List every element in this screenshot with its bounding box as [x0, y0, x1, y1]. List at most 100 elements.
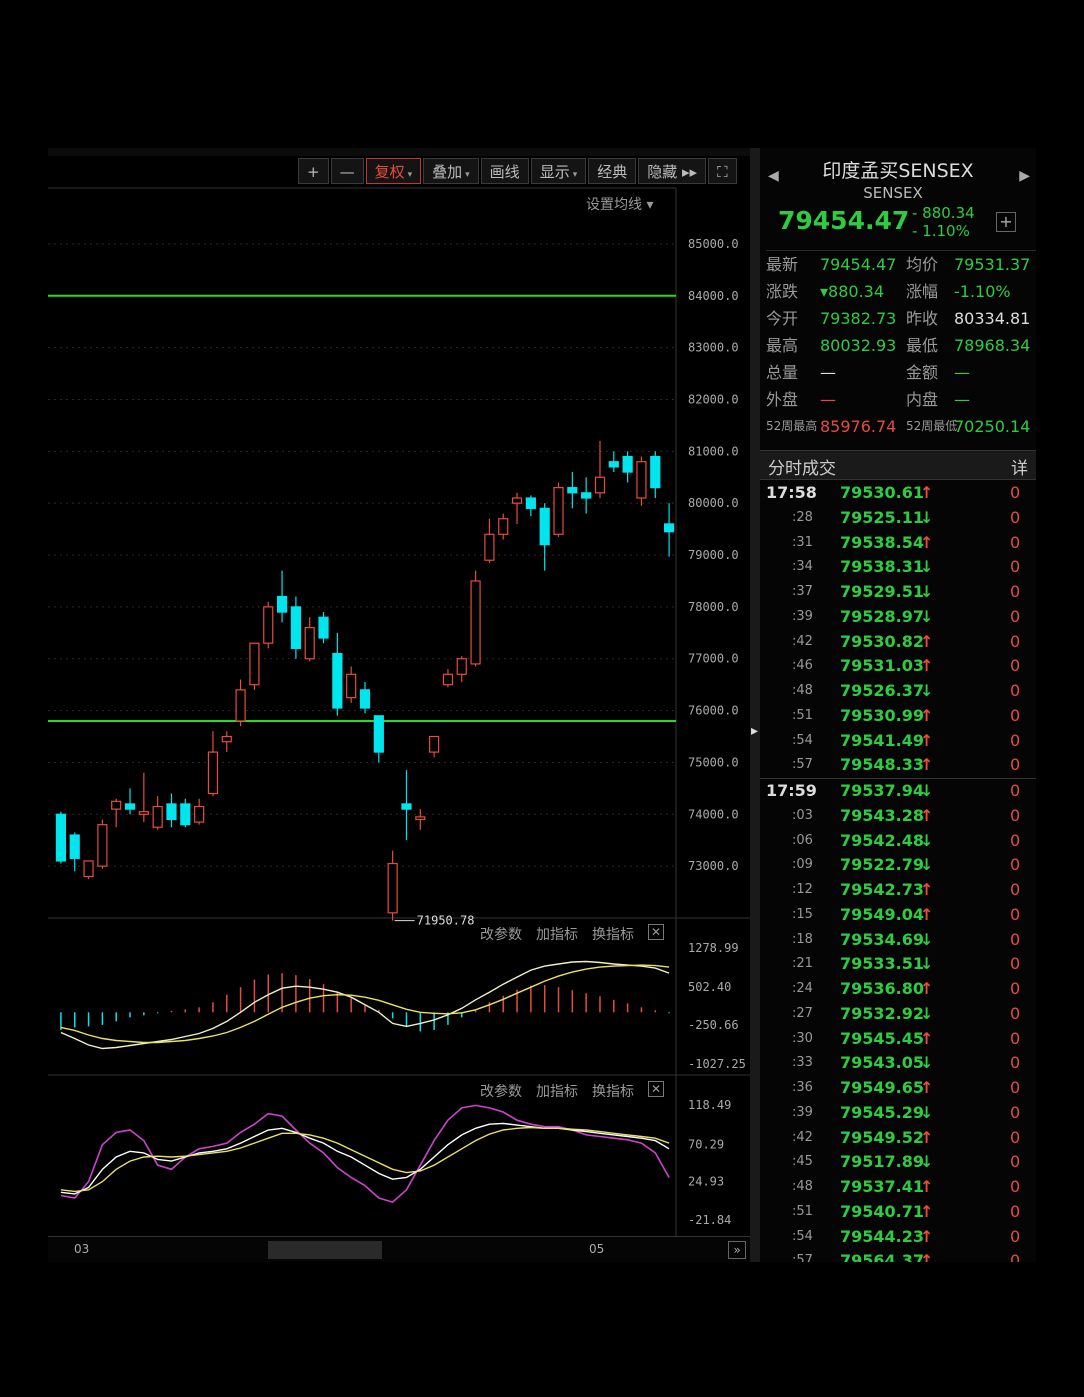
x-tick-label: 05 [589, 1242, 605, 1256]
toolbar-button[interactable]: 复权 ▾ [365, 158, 422, 184]
arrow-up-icon: ↑ [920, 631, 934, 651]
trade-price: 79542.48 [840, 830, 925, 850]
trade-price: 79530.99 [840, 705, 925, 725]
trade-price: 79545.45 [840, 1028, 925, 1048]
stat-value: 79531.37 [954, 255, 1031, 274]
scroll-right-button[interactable]: » [728, 1241, 746, 1259]
kdj-toolbar: 改参数 加指标 换指标 ✕ [480, 1081, 664, 1101]
toolbar-button[interactable]: 画线 [480, 158, 529, 184]
arrow-up-icon: ↑ [920, 532, 934, 552]
trade-price: 79530.61 [840, 483, 925, 502]
quote-panel: ◀ ▶ 印度孟买SENSEX SENSEX 79454.47 - 880.34 … [760, 148, 1036, 1262]
trade-time: :46 [792, 658, 813, 674]
trade-price: 79532.92 [840, 1003, 925, 1023]
trade-time: :51 [792, 707, 813, 723]
y-tick-label: 77000.0 [688, 652, 739, 666]
trade-time: :48 [792, 683, 813, 698]
trade-volume: 0 [1010, 1078, 1021, 1097]
stat-label: 最新 [766, 255, 799, 274]
trade-volume: 0 [1010, 1201, 1021, 1221]
stat-label: 最低 [906, 336, 939, 355]
time-sales-list[interactable]: 17:58 79530.61 ↑ 0:28 79525.11 ↓ 0:31 79538.54 ↑… [760, 481, 1036, 1262]
candle-body [622, 455, 633, 473]
arrow-down-icon: ↓ [920, 929, 934, 949]
stat-value: 80032.93 [820, 336, 897, 355]
stat-label: 外盘 [766, 390, 799, 409]
trade-row: :18 79534.69 ↓ 0 [760, 928, 1036, 953]
detail-button[interactable]: 详 [1011, 454, 1028, 479]
stat-value: 85976.74 [820, 417, 897, 436]
trade-row: :39 79545.29 ↓ 0 [760, 1101, 1036, 1126]
arrow-up-icon: ↑ [920, 1177, 934, 1196]
close-icon[interactable]: ✕ [648, 1081, 664, 1097]
toolbar-button[interactable]: 经典 [588, 158, 637, 184]
toolbar-button[interactable]: ⛶ [708, 158, 737, 184]
arrow-down-icon: ↓ [920, 507, 934, 527]
stock-chart-window: 85000.0 84000.0 83000.0 82000.0 81000.0 80000… [48, 148, 1036, 1262]
toolbar-button[interactable]: 叠加 ▾ [423, 158, 479, 184]
toolbar-button[interactable]: 显示 ▾ [530, 158, 587, 184]
arrow-up-icon: ↑ [920, 1201, 934, 1221]
stat-row: 今开 79382.73 昨收 80334.81 [766, 305, 1036, 332]
arrow-up-icon: ↑ [920, 805, 934, 825]
toolbar-button[interactable]: + [298, 158, 329, 184]
trade-volume: 0 [1010, 929, 1021, 949]
switch-indicator-button[interactable]: 换指标 [592, 1081, 634, 1101]
candle-body [373, 715, 384, 753]
toolbar-button[interactable]: 隐藏 ▸▸ [638, 158, 707, 184]
candle-body [663, 523, 675, 533]
panel-divider[interactable]: ▸ [750, 148, 760, 1262]
edit-params-button[interactable]: 改参数 [480, 1081, 522, 1101]
y-tick-label: 76000.0 [688, 704, 739, 718]
y-tick-label: 74000.0 [688, 807, 739, 821]
trade-row: :06 79542.48 ↓ 0 [760, 829, 1036, 854]
trade-time: :45 [792, 1154, 813, 1170]
arrow-down-icon: ↓ [920, 1152, 934, 1172]
trade-row: :33 79543.05 ↓ 0 [760, 1051, 1036, 1076]
candle-body [290, 606, 301, 649]
trade-volume: 0 [1010, 954, 1021, 974]
stat-label: 最高 [766, 336, 799, 355]
candle-body [650, 455, 661, 489]
collapse-arrow-icon[interactable]: ▸ [751, 723, 758, 739]
trade-price: 79538.31 [840, 557, 925, 577]
add-watchlist-button[interactable]: + [996, 212, 1016, 232]
add-indicator-button[interactable]: 加指标 [536, 924, 578, 944]
candle-body [138, 811, 149, 815]
dropdown-arrow-icon: ▾ [572, 170, 578, 180]
last-price: 79454.47 [778, 206, 910, 235]
arrow-up-icon: ↑ [920, 730, 934, 750]
y-tick-label: -21.84 [688, 1213, 731, 1227]
candle-body [553, 487, 564, 535]
stat-value: — [954, 363, 970, 382]
stat-value: — [954, 390, 970, 409]
arrow-down-icon: ↓ [920, 954, 934, 974]
stat-label: 52周最低 [906, 419, 958, 433]
toolbar-button[interactable]: — [330, 158, 364, 184]
trade-row: 17:58 79530.61 ↑ 0 [760, 481, 1036, 506]
switch-indicator-button[interactable]: 换指标 [592, 924, 634, 944]
candle-body [235, 689, 246, 722]
add-indicator-button[interactable]: 加指标 [536, 1081, 578, 1101]
y-tick-label: 1278.99 [688, 941, 739, 955]
close-icon[interactable]: ✕ [648, 924, 664, 940]
trade-price: 79534.69 [840, 929, 925, 949]
stat-label: 内盘 [906, 390, 939, 409]
toolbar-button-label: 画线 [489, 163, 520, 181]
candle-body [69, 834, 80, 859]
edit-params-button[interactable]: 改参数 [480, 924, 522, 944]
trade-row: :28 79525.11 ↓ 0 [760, 506, 1036, 531]
trade-volume: 0 [1010, 483, 1021, 502]
macd-dif-line [60, 960, 670, 1050]
trade-row: :36 79549.65 ↑ 0 [760, 1076, 1036, 1101]
ma-setting-button[interactable]: 设置均线 ▾ [586, 194, 653, 214]
dropdown-arrow-icon: ▾ [407, 170, 413, 180]
trade-time: :51 [792, 1203, 813, 1219]
time-sales-header: 分时成交 详 [760, 450, 1036, 480]
trade-row: 17:59 79537.94 ↓ 0 [760, 778, 1036, 804]
chart-canvas: 85000.0 84000.0 83000.0 82000.0 81000.0 80000… [48, 187, 750, 1236]
scrollbar-thumb[interactable] [268, 1241, 382, 1259]
stat-value: 79382.73 [820, 309, 897, 328]
trade-price: 79525.11 [840, 507, 925, 527]
stat-label: 52周最高 [766, 419, 818, 433]
